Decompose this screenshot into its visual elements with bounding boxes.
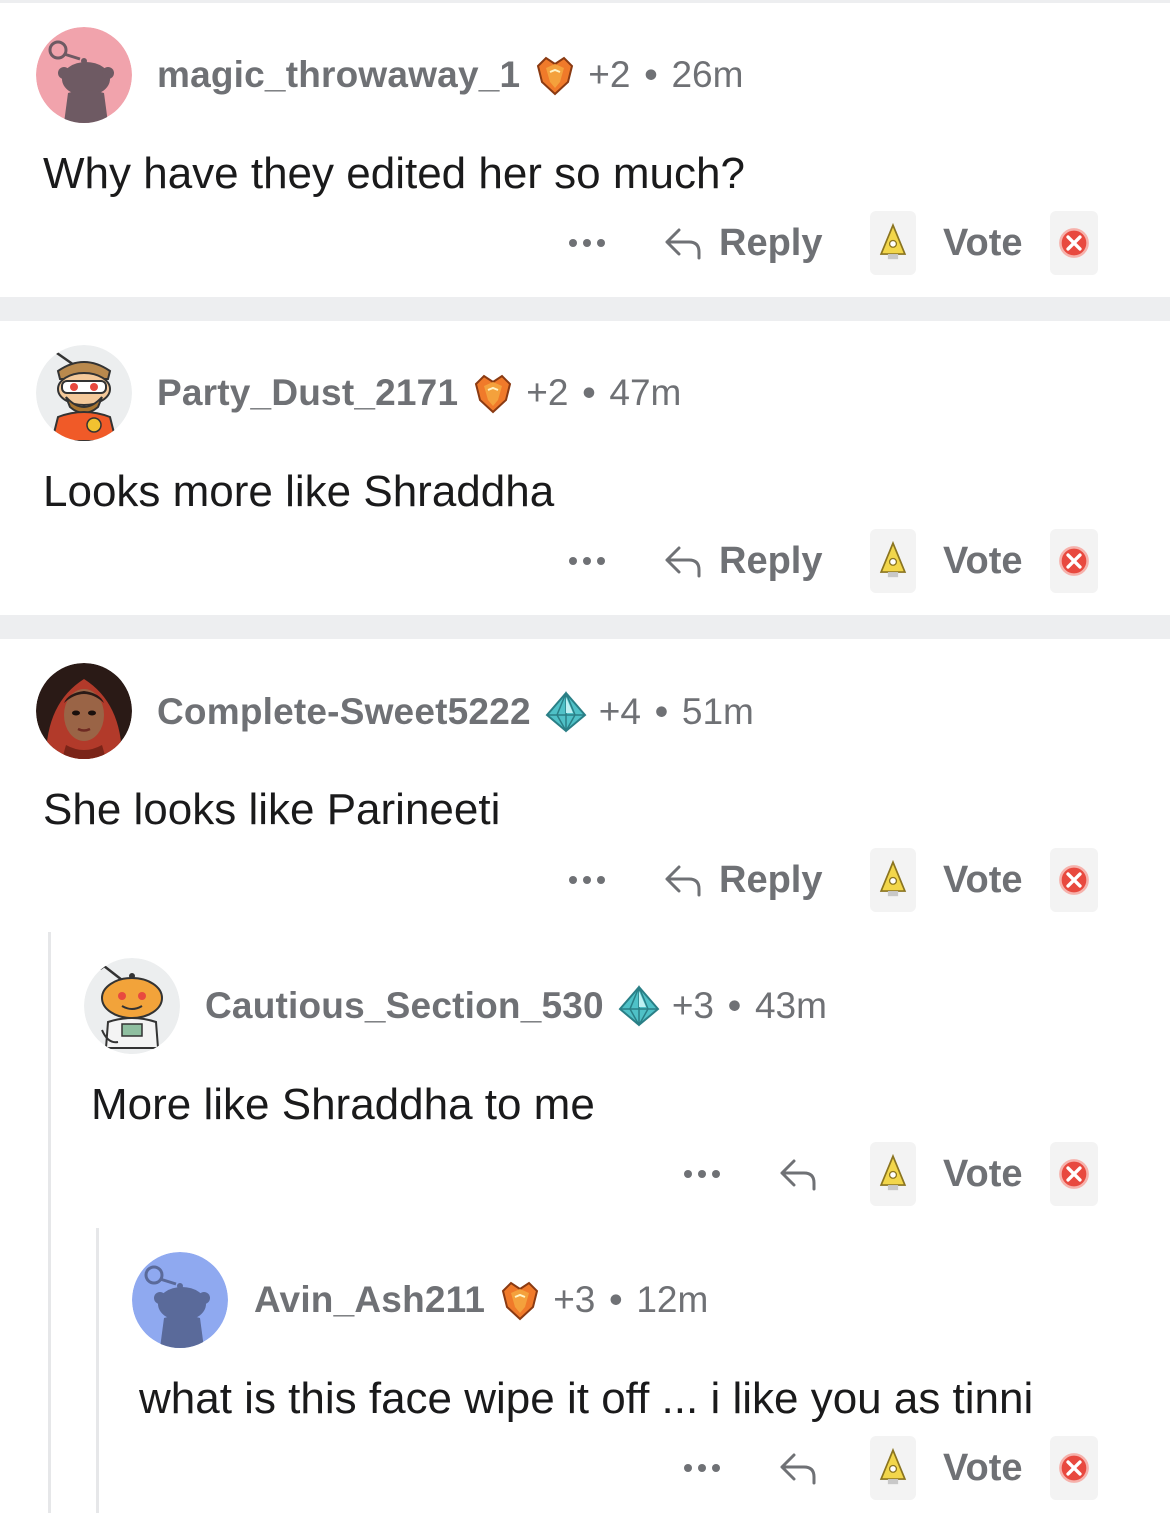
upvote-icon[interactable]	[870, 848, 916, 912]
comment-actions: Vote	[0, 1142, 1170, 1206]
karma-count: +3	[671, 985, 714, 1026]
comment-actions: Reply Vote	[0, 529, 1170, 593]
reply-icon	[780, 1159, 816, 1191]
downvote-icon[interactable]	[1050, 211, 1098, 275]
red-crystal-award-icon	[470, 370, 516, 416]
upvote-icon[interactable]	[870, 1142, 916, 1206]
comment-body: Why have they edited her so much?	[43, 149, 745, 198]
comment-separator	[0, 297, 1170, 321]
user-avatar[interactable]	[36, 663, 132, 759]
more-options-icon[interactable]	[681, 1436, 723, 1500]
karma-count: +4	[598, 691, 641, 732]
reply-button[interactable]: Reply	[659, 848, 822, 912]
more-options-icon[interactable]	[566, 848, 608, 912]
karma-count: +3	[553, 1279, 596, 1320]
reply-icon	[780, 1453, 816, 1485]
teal-diamond-award-icon	[543, 689, 589, 735]
red-crystal-award-icon	[497, 1277, 543, 1323]
vote-label: Vote	[943, 221, 1023, 264]
reply-label: Reply	[719, 858, 823, 901]
comment-body: what is this face wipe it off ... i like…	[139, 1374, 1034, 1423]
reply-label: Reply	[719, 221, 823, 264]
user-avatar[interactable]	[132, 1252, 228, 1348]
more-options-icon[interactable]	[566, 211, 608, 275]
timestamp: 12m	[636, 1279, 709, 1320]
vote-label: Vote	[943, 539, 1023, 582]
timestamp: 43m	[754, 985, 827, 1026]
reply-button[interactable]: Reply	[659, 211, 822, 275]
user-avatar[interactable]	[36, 27, 132, 123]
comment-body: She looks like Parineeti	[43, 785, 501, 834]
more-options-icon[interactable]	[566, 529, 608, 593]
meta-dot: •	[728, 985, 741, 1026]
meta-dot: •	[582, 372, 596, 413]
timestamp: 51m	[681, 691, 754, 732]
username[interactable]: Party_Dust_2171	[157, 372, 458, 414]
comment-separator	[0, 615, 1170, 639]
comment-actions: Vote	[0, 1436, 1170, 1500]
username[interactable]: Avin_Ash211	[254, 1279, 485, 1321]
username[interactable]: Cautious_Section_530	[205, 985, 604, 1027]
downvote-icon[interactable]	[1050, 1436, 1098, 1500]
user-avatar[interactable]	[84, 958, 180, 1054]
reply-button[interactable]	[774, 1436, 834, 1500]
comment-actions: Reply Vote	[0, 848, 1170, 912]
vote-label: Vote	[943, 858, 1023, 901]
username[interactable]: magic_throwaway_1	[157, 54, 520, 96]
meta-dot: •	[654, 691, 668, 732]
downvote-icon[interactable]	[1050, 529, 1098, 593]
comment-body: Looks more like Shraddha	[43, 467, 555, 516]
vote-label: Vote	[943, 1446, 1023, 1489]
user-avatar[interactable]	[36, 345, 132, 441]
timestamp: 47m	[609, 372, 682, 413]
upvote-icon[interactable]	[870, 211, 916, 275]
username[interactable]: Complete-Sweet5222	[157, 691, 531, 733]
thread-line[interactable]	[48, 932, 51, 1513]
meta-dot: •	[609, 1279, 623, 1320]
karma-count: +2	[588, 54, 631, 95]
reply-icon	[665, 865, 701, 897]
upvote-icon[interactable]	[870, 529, 916, 593]
reply-icon	[665, 546, 701, 578]
teal-diamond-award-icon	[616, 983, 662, 1029]
red-crystal-award-icon	[532, 52, 578, 98]
reply-icon	[665, 228, 701, 260]
karma-count: +2	[526, 372, 569, 413]
downvote-icon[interactable]	[1050, 1142, 1098, 1206]
meta-dot: •	[644, 54, 658, 95]
timestamp: 26m	[671, 54, 744, 95]
comment-actions: Reply Vote	[0, 211, 1170, 275]
more-options-icon[interactable]	[681, 1142, 723, 1206]
comment-body: More like Shraddha to me	[91, 1080, 595, 1129]
reply-button[interactable]	[774, 1142, 834, 1206]
downvote-icon[interactable]	[1050, 848, 1098, 912]
reply-button[interactable]: Reply	[659, 529, 822, 593]
upvote-icon[interactable]	[870, 1436, 916, 1500]
comment-separator	[0, 0, 1170, 3]
reply-label: Reply	[719, 539, 823, 582]
vote-label: Vote	[943, 1152, 1023, 1195]
